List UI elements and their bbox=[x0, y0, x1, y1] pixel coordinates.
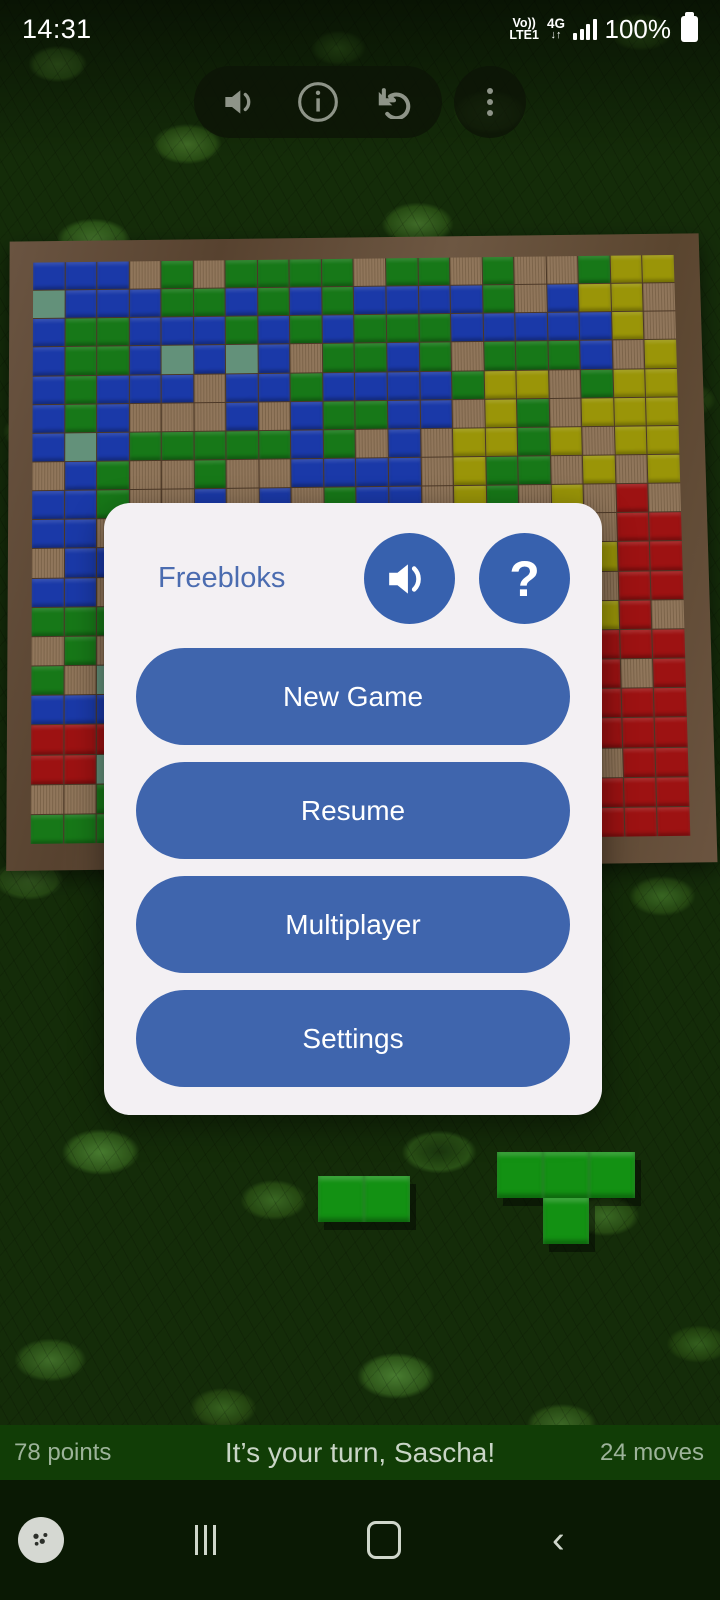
dialog-header: Freebloks ? bbox=[136, 533, 570, 624]
speaker-on-icon bbox=[388, 563, 421, 594]
resume-button[interactable]: Resume bbox=[136, 762, 570, 859]
nav-buttons: ‹ bbox=[0, 1521, 720, 1559]
menu-button-label: New Game bbox=[282, 680, 424, 712]
app-screen: 14:31 Vo)) LTE1 4G ↓↑ 100% Freebloks ? N… bbox=[0, 0, 720, 1600]
gamepad-glyph-icon bbox=[33, 1533, 48, 1546]
dialog-sound-button[interactable] bbox=[364, 533, 455, 624]
settings-button[interactable]: Settings bbox=[136, 990, 570, 1087]
new-game-button[interactable]: New Game bbox=[136, 648, 570, 745]
recents-icon[interactable] bbox=[195, 1525, 217, 1555]
dialog-help-button[interactable]: ? bbox=[479, 533, 570, 624]
android-navigation-bar: ‹ bbox=[0, 1480, 720, 1600]
back-icon[interactable]: ‹ bbox=[552, 1521, 565, 1559]
game-launcher-icon[interactable] bbox=[18, 1517, 64, 1563]
dialog-title: Freebloks bbox=[158, 562, 286, 594]
home-icon[interactable] bbox=[367, 1521, 402, 1559]
main-menu-dialog: Freebloks ? New Game Resume Multiplayer Set… bbox=[104, 503, 602, 1115]
menu-button-label: Settings bbox=[302, 1022, 404, 1054]
dialog-menu-list: New Game Resume Multiplayer Settings bbox=[136, 648, 570, 1087]
menu-button-label: Multiplayer bbox=[285, 908, 421, 940]
menu-button-label: Resume bbox=[300, 794, 406, 826]
question-mark-icon: ? bbox=[509, 550, 540, 607]
multiplayer-button[interactable]: Multiplayer bbox=[136, 876, 570, 973]
